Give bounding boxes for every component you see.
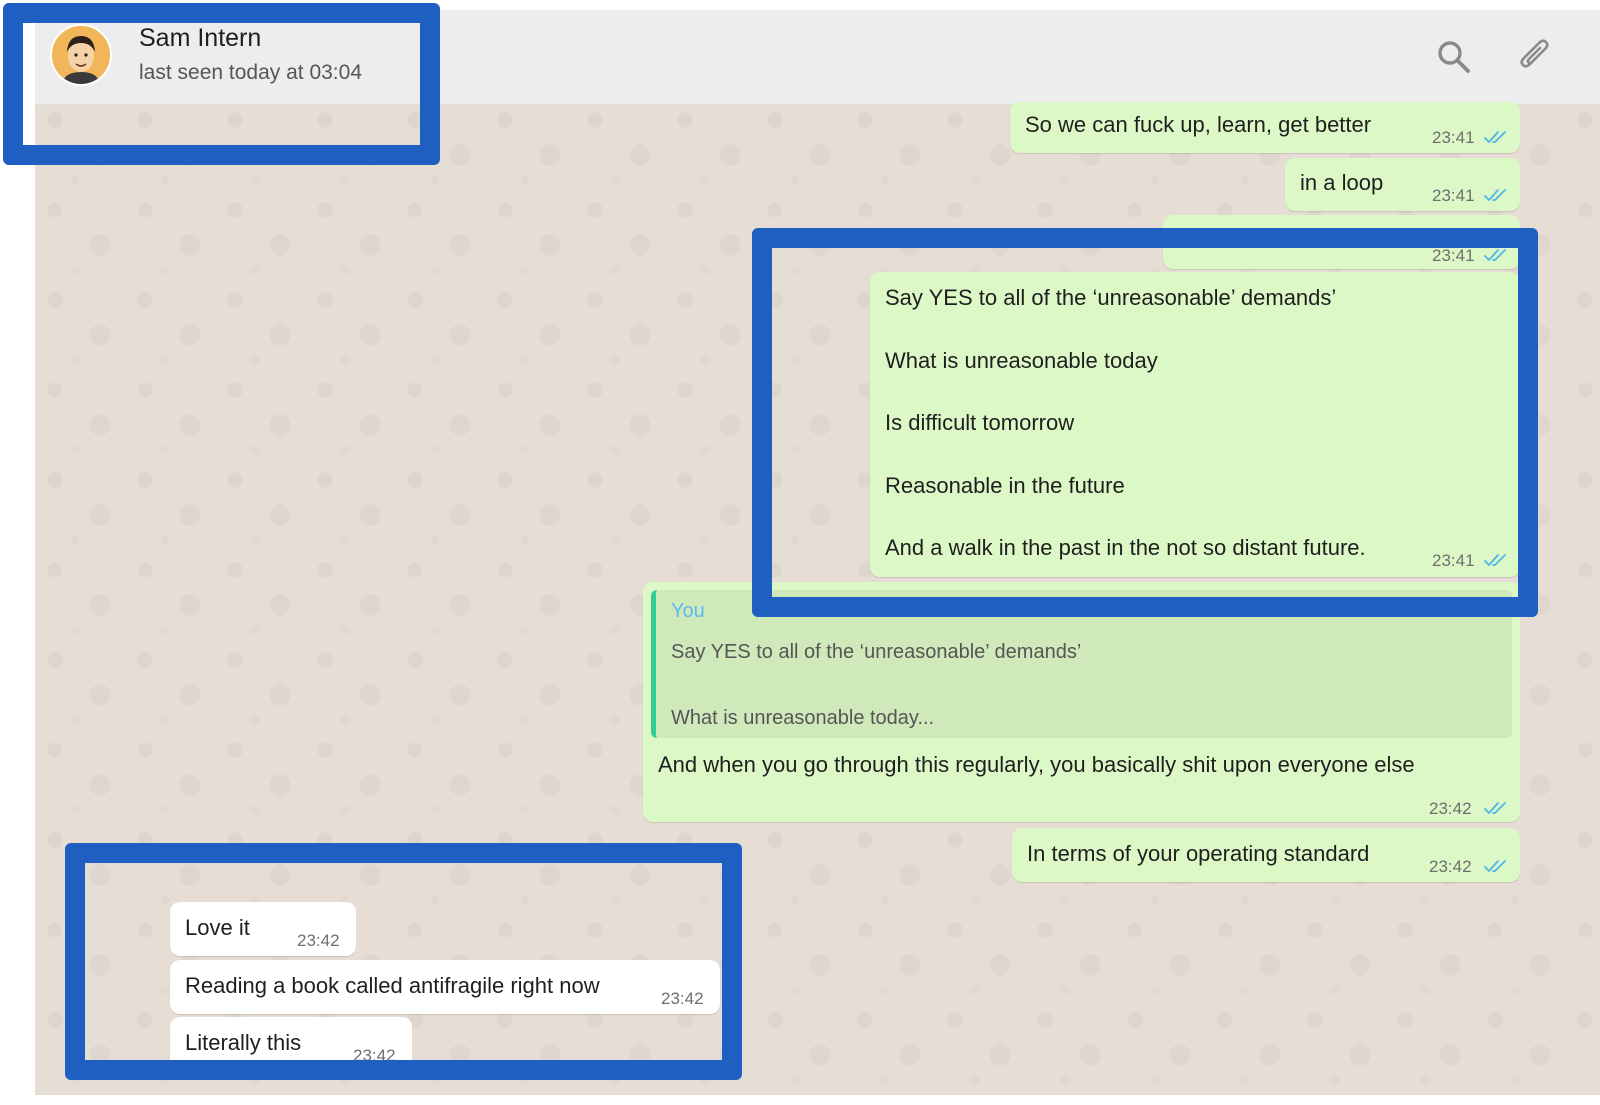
outgoing-message[interactable]: In terms of your operating standard 23:4…	[1012, 828, 1520, 882]
message-time: 23:42	[661, 989, 704, 1008]
quote-text: Say YES to all of the ‘unreasonable’ dem…	[671, 641, 1082, 663]
message-text: In terms of your operating standard	[1027, 841, 1370, 866]
message-text: Love it	[185, 915, 250, 940]
outgoing-reply-message[interactable]: You Say YES to all of the ‘unreasonable’…	[643, 582, 1520, 822]
read-ticks-icon	[1484, 130, 1508, 144]
quote-author: You	[671, 600, 705, 622]
contact-status: last seen today at 03:04	[139, 61, 362, 84]
message-line: Is difficult tomorrow	[885, 410, 1075, 435]
chat-header: Sam Intern last seen today at 03:04	[35, 10, 1600, 105]
message-line: What is unreasonable today	[885, 348, 1158, 373]
search-icon[interactable]	[1435, 38, 1473, 76]
message-text: in a loop	[1300, 170, 1384, 195]
message-line: And a walk in the past in the not so dis…	[885, 535, 1366, 560]
read-ticks-icon	[1484, 801, 1508, 815]
incoming-message[interactable]: Love it 23:42	[170, 902, 356, 956]
outgoing-message[interactable]: in a loop 23:41	[1285, 158, 1520, 211]
paperclip-icon[interactable]	[1515, 38, 1553, 76]
read-ticks-icon	[1484, 248, 1508, 262]
message-time: 23:41	[1432, 246, 1475, 265]
contact-name[interactable]: Sam Intern	[139, 24, 261, 53]
message-line: Say YES to all of the ‘unreasonable’ dem…	[885, 285, 1337, 310]
avatar[interactable]	[50, 24, 112, 86]
incoming-message[interactable]: Reading a book called antifragile right …	[170, 960, 720, 1014]
outgoing-message[interactable]: 23:41	[1163, 215, 1520, 269]
message-text: Literally this	[185, 1030, 302, 1055]
message-time: 23:41	[1432, 128, 1475, 147]
incoming-message[interactable]: Literally this 23:42	[170, 1017, 412, 1077]
message-text: Reading a book called antifragile right …	[185, 973, 600, 998]
message-text: And when you go through this regularly, …	[658, 752, 1415, 777]
message-time: 23:42	[297, 931, 340, 950]
read-ticks-icon	[1484, 859, 1508, 873]
message-text: So we can fuck up, learn, get better	[1025, 112, 1372, 137]
message-time: 23:41	[1432, 186, 1475, 205]
outgoing-message[interactable]: Say YES to all of the ‘unreasonable’ dem…	[870, 272, 1520, 577]
read-ticks-icon	[1484, 553, 1508, 567]
message-time: 23:42	[1429, 857, 1472, 876]
message-time: 23:42	[1429, 799, 1472, 818]
quote-text: What is unreasonable today...	[671, 707, 935, 729]
message-time: 23:41	[1432, 551, 1475, 570]
message-time: 23:42	[353, 1046, 396, 1065]
read-ticks-icon	[1484, 188, 1508, 202]
chat-window: Sam Intern last seen today at 03:04 So w…	[35, 10, 1600, 1095]
quoted-message[interactable]: You Say YES to all of the ‘unreasonable’…	[651, 590, 1512, 738]
outgoing-message[interactable]: So we can fuck up, learn, get better 23:…	[1010, 102, 1520, 153]
message-line: Reasonable in the future	[885, 473, 1125, 498]
